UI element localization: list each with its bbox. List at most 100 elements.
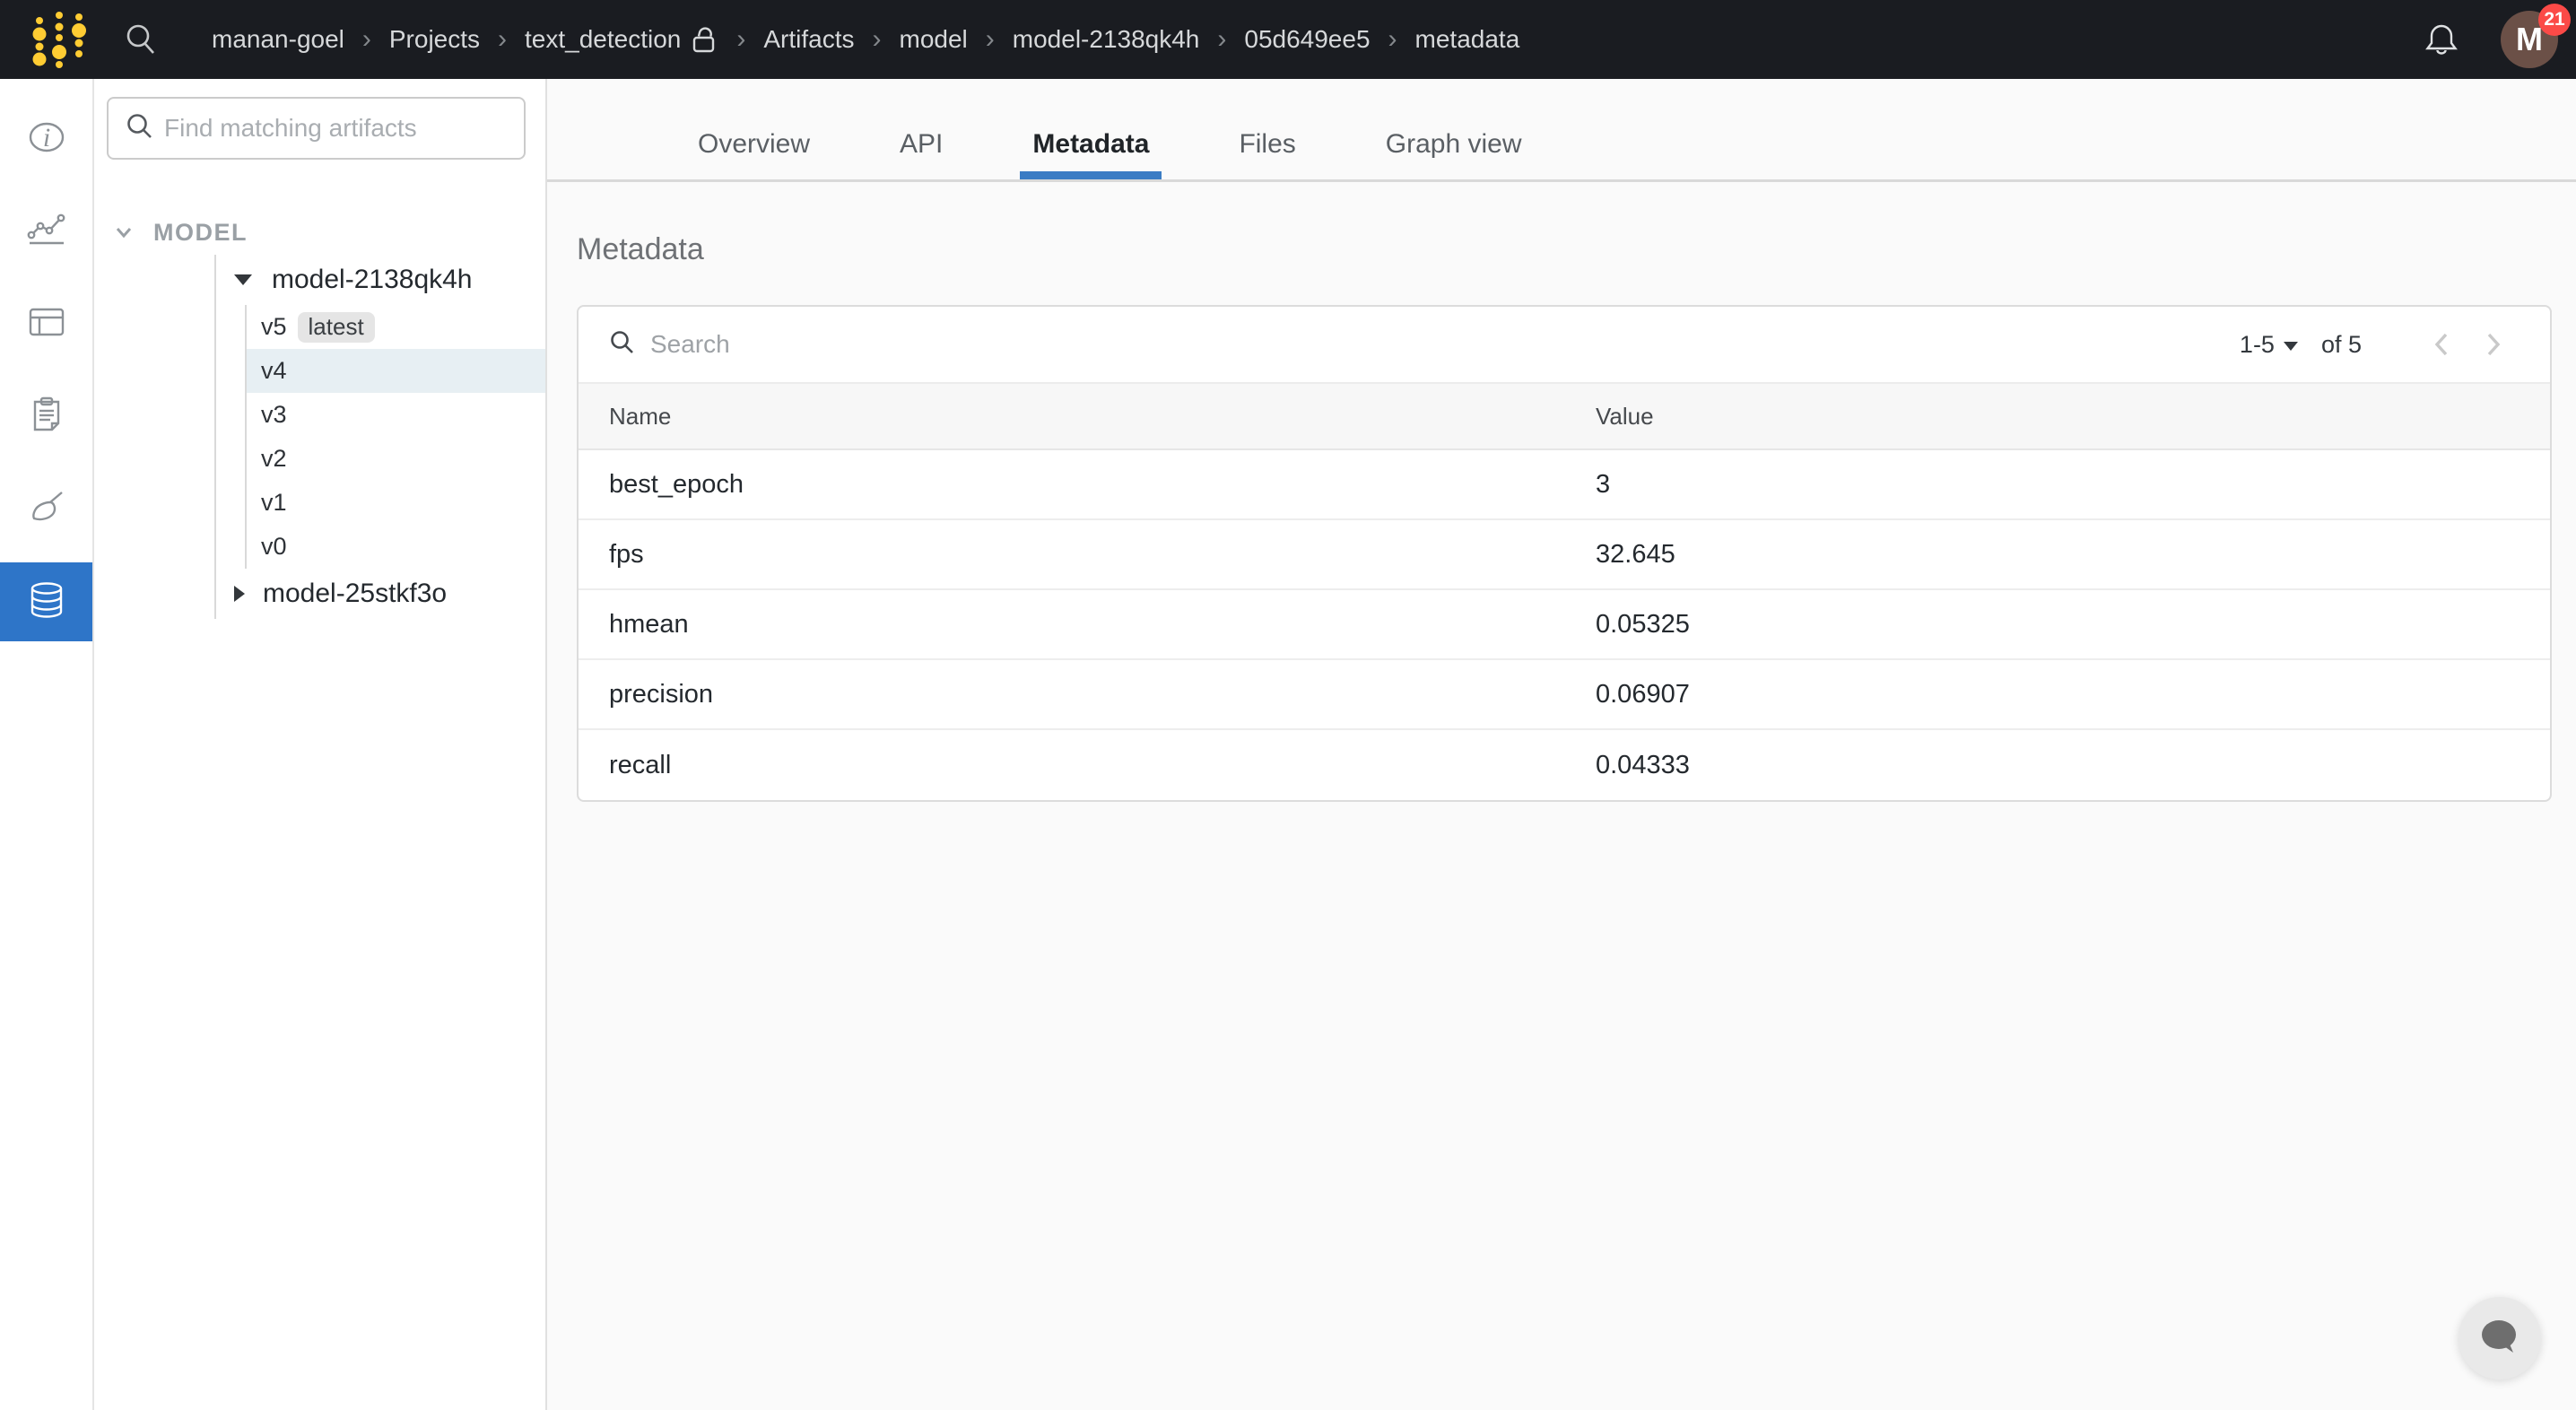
table-row: fps32.645 xyxy=(579,520,2550,590)
page-range-dropdown[interactable]: 1-5 xyxy=(2240,331,2298,359)
cell-value: 0.06907 xyxy=(1596,680,2519,709)
sidebar-item-charts[interactable] xyxy=(0,186,92,278)
breadcrumb-item-05d649ee5[interactable]: 05d649ee5 xyxy=(1244,25,1370,54)
breadcrumb-separator: › xyxy=(986,24,995,55)
table-search-input[interactable] xyxy=(648,329,1187,360)
breadcrumb-separator: › xyxy=(1217,24,1226,55)
sidebar-item-overview[interactable]: i xyxy=(0,93,92,186)
info-icon: i xyxy=(27,118,66,161)
cell-value: 3 xyxy=(1596,470,2519,500)
wandb-logo[interactable] xyxy=(9,6,95,73)
page-total-label: of 5 xyxy=(2321,331,2362,359)
breadcrumb-item-manan-goel[interactable]: manan-goel xyxy=(212,25,344,54)
line-chart-icon xyxy=(26,210,67,254)
sidebar-item-tables[interactable] xyxy=(0,278,92,370)
breadcrumb-item-model-2138qk4h[interactable]: model-2138qk4h xyxy=(1013,25,1200,54)
global-search-icon[interactable] xyxy=(122,21,160,58)
artifact-search-input[interactable] xyxy=(162,113,508,144)
database-icon xyxy=(26,579,67,625)
broom-icon xyxy=(26,487,67,531)
breadcrumb-item-model[interactable]: model xyxy=(900,25,968,54)
cell-name: best_epoch xyxy=(609,470,1596,500)
cell-name: fps xyxy=(609,540,1596,570)
breadcrumb-separator: › xyxy=(498,24,507,55)
tab-metadata[interactable]: Metadata xyxy=(1020,79,1162,179)
breadcrumb: manan-goel › Projects › text_detection › Arti… xyxy=(212,24,1519,55)
metadata-table-card: 1-5 of 5 xyxy=(577,305,2552,802)
next-page-button[interactable] xyxy=(2467,330,2519,359)
artifact-node-model-25stkf3o[interactable]: model-25stkf3o xyxy=(216,569,545,619)
main-panel: Overview API Metadata Files Graph view Metad… xyxy=(547,79,2576,1410)
chat-bubble-icon xyxy=(2478,1316,2521,1362)
artifact-tree: MODEL model-2138qk4h v5latestv4v3v2v1v0 … xyxy=(94,210,545,619)
unlock-icon xyxy=(692,25,718,54)
notification-count-badge[interactable]: 21 xyxy=(2538,4,2571,36)
page-range-label: 1-5 xyxy=(2240,331,2275,359)
table-toolbar: 1-5 of 5 xyxy=(579,307,2550,382)
artifact-search-box[interactable] xyxy=(107,97,526,160)
table-row: hmean0.05325 xyxy=(579,590,2550,660)
version-v3[interactable]: v3 xyxy=(247,393,545,437)
version-v4[interactable]: v4 xyxy=(247,349,545,393)
caret-down-icon xyxy=(234,274,252,285)
table-search-box[interactable] xyxy=(609,329,2240,361)
chevron-down-icon xyxy=(114,224,134,240)
version-label: v5 xyxy=(261,313,287,341)
tab-api[interactable]: API xyxy=(887,79,955,179)
cell-name: recall xyxy=(609,751,1596,780)
version-label: v1 xyxy=(261,489,287,517)
cell-name: hmean xyxy=(609,610,1596,640)
caret-right-icon xyxy=(234,586,245,602)
table-row: precision0.06907 xyxy=(579,660,2550,730)
tree-section-label: MODEL xyxy=(153,219,248,247)
search-icon xyxy=(125,111,155,146)
previous-page-button[interactable] xyxy=(2415,330,2467,359)
version-v2[interactable]: v2 xyxy=(247,437,545,481)
breadcrumb-separator: › xyxy=(736,24,745,55)
artifact-node-model-2138qk4h[interactable]: model-2138qk4h xyxy=(216,255,545,305)
column-header-value: Value xyxy=(1596,403,2519,431)
notifications-bell-icon[interactable] xyxy=(2424,21,2459,58)
breadcrumb-item-Artifacts[interactable]: Artifacts xyxy=(763,25,854,54)
breadcrumb-separator: › xyxy=(362,24,371,55)
sidebar-item-artifacts[interactable] xyxy=(0,562,92,641)
cell-name: precision xyxy=(609,680,1596,709)
column-header-name: Name xyxy=(609,403,1596,431)
version-label: v3 xyxy=(261,401,287,429)
artifact-node-label: model-2138qk4h xyxy=(272,265,473,295)
artifact-sidebar: MODEL model-2138qk4h v5latestv4v3v2v1v0 … xyxy=(94,79,547,1410)
breadcrumb-separator: › xyxy=(1388,24,1397,55)
version-label: v0 xyxy=(261,533,287,561)
tab-overview[interactable]: Overview xyxy=(685,79,822,179)
cell-value: 0.05325 xyxy=(1596,610,2519,640)
caret-down-icon xyxy=(2284,342,2298,351)
sidebar-item-reports[interactable] xyxy=(0,370,92,463)
table-header-row: Name Value xyxy=(579,382,2550,450)
version-v0[interactable]: v0 xyxy=(247,525,545,569)
table-row: recall0.04333 xyxy=(579,730,2550,800)
breadcrumb-item-text_detection[interactable]: text_detection xyxy=(525,25,681,54)
version-list: v5 latest v4 v3 v2 v1 v0 xyxy=(245,305,545,569)
help-chat-button[interactable] xyxy=(2459,1297,2541,1380)
table-row: best_epoch3 xyxy=(579,450,2550,520)
tab-files[interactable]: Files xyxy=(1226,79,1308,179)
tree-section-model[interactable]: MODEL xyxy=(94,210,545,255)
table-icon xyxy=(26,302,67,346)
breadcrumb-item-metadata[interactable]: metadata xyxy=(1415,25,1520,54)
version-v1[interactable]: v1 xyxy=(247,481,545,525)
pagination: 1-5 of 5 xyxy=(2240,330,2519,359)
metadata-content: Metadata 1-5 xyxy=(547,182,2576,1410)
top-navigation-bar: manan-goel › Projects › text_detection › Arti… xyxy=(0,0,2576,79)
tab-graph-view[interactable]: Graph view xyxy=(1373,79,1535,179)
user-avatar[interactable]: M 21 xyxy=(2501,11,2558,68)
breadcrumb-item-Projects[interactable]: Projects xyxy=(389,25,480,54)
svg-text:i: i xyxy=(42,123,49,152)
sidebar-item-sweeps[interactable] xyxy=(0,463,92,555)
version-v5[interactable]: v5 latest xyxy=(247,305,545,349)
left-icon-rail: i xyxy=(0,79,94,1410)
clipboard-icon xyxy=(27,394,66,440)
latest-badge: latest xyxy=(298,312,375,343)
cell-value: 0.04333 xyxy=(1596,751,2519,780)
metadata-table-body: best_epoch3fps32.645hmean0.05325precisio… xyxy=(579,450,2550,800)
search-icon xyxy=(609,329,636,361)
